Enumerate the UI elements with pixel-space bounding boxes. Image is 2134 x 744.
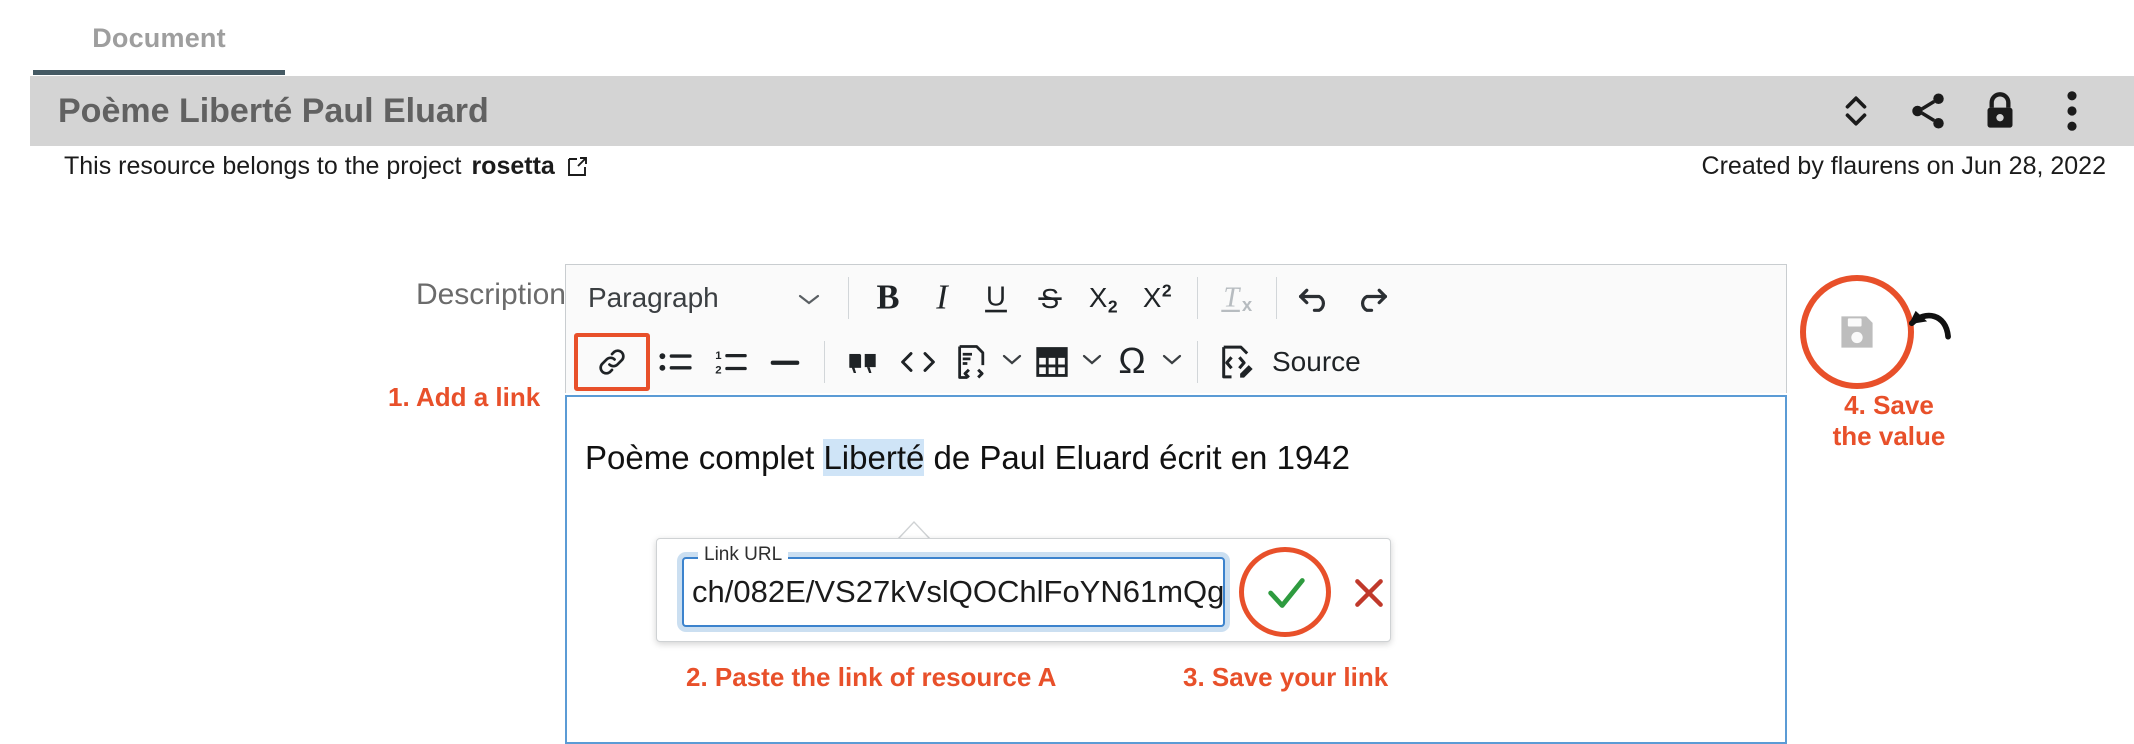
close-x-icon[interactable] [1345, 567, 1393, 619]
toolbar-row-2: 1 2 Ω Source [566, 330, 1786, 393]
svg-text:X: X [1089, 281, 1108, 312]
svg-text:2: 2 [1108, 296, 1118, 315]
save-value-highlight [1800, 275, 1914, 389]
document-body-text: Poème complet Liberté de Paul Eluard écr… [585, 439, 1350, 477]
editor-toolbar: Paragraph B I U S X 2 X 2 T x 1 2 Ω Sour… [565, 264, 1787, 393]
italic-button[interactable]: I [915, 272, 969, 324]
svg-text:U: U [986, 280, 1006, 311]
subscript-button[interactable]: X 2 [1077, 272, 1131, 324]
underline-button[interactable]: U [969, 272, 1023, 324]
annotation-step-2: 2. Paste the link of resource A [686, 662, 1057, 692]
link-button[interactable] [574, 332, 650, 391]
chevron-down-icon [1159, 351, 1185, 372]
bold-button[interactable]: B [861, 272, 915, 324]
toolbar-row-1: Paragraph B I U S X 2 X 2 T x [566, 265, 1786, 330]
insert-table-button[interactable] [1025, 336, 1079, 388]
svg-text:2: 2 [1162, 280, 1172, 300]
chevron-down-icon [796, 282, 822, 314]
project-name[interactable]: rosetta [471, 152, 554, 181]
bulleted-list-button[interactable] [650, 336, 704, 388]
tab-document-label: Document [92, 22, 226, 53]
svg-text:T: T [1223, 282, 1241, 313]
external-link-icon[interactable] [565, 155, 589, 179]
document-header-bar: Poème Liberté Paul Eluard [30, 76, 2134, 146]
created-by-text: Created by flaurens on Jun 28, 2022 [1701, 152, 2106, 180]
code-block-button[interactable] [945, 336, 999, 388]
toolbar-separator [1197, 340, 1198, 383]
tab-document[interactable]: Document [33, 0, 285, 76]
horizontal-rule-button[interactable] [758, 336, 812, 388]
page-root: Document Poème Liberté Paul Eluard This … [0, 0, 2134, 744]
link-url-balloon: Link URL ch/082E/VS27kVslQOChlFoYN61mQg [656, 538, 1391, 642]
svg-text:2: 2 [715, 364, 721, 376]
remove-format-button[interactable]: T x [1210, 272, 1264, 324]
page-title: Poème Liberté Paul Eluard [58, 91, 489, 130]
chevron-down-icon [999, 351, 1025, 372]
annotation-step-1: 1. Add a link [388, 382, 541, 412]
toolbar-separator [824, 340, 825, 383]
svg-text:1: 1 [715, 350, 722, 362]
undo-button[interactable] [1289, 272, 1343, 324]
source-button-label: Source [1272, 345, 1361, 377]
svg-text:B: B [876, 280, 899, 316]
redo-button[interactable] [1343, 272, 1397, 324]
svg-text:x: x [1242, 293, 1253, 314]
tab-active-underline [33, 70, 285, 75]
link-url-input[interactable]: ch/082E/VS27kVslQOChlFoYN61mQg [684, 559, 1223, 625]
annotation-step-3: 3. Save your link [1183, 662, 1389, 692]
special-character-dropdown[interactable]: Ω [1105, 336, 1185, 388]
share-icon[interactable] [1892, 76, 1964, 146]
lock-icon[interactable] [1964, 76, 2036, 146]
tab-strip: Document [0, 0, 2134, 76]
paragraph-style-value: Paragraph [588, 281, 719, 313]
toolbar-separator [848, 276, 849, 319]
source-button[interactable]: Source [1210, 336, 1361, 388]
link-url-field-wrapper[interactable]: Link URL ch/082E/VS27kVslQOChlFoYN61mQg [682, 545, 1225, 627]
document-header-actions [1820, 76, 2108, 146]
description-label: Description [415, 278, 566, 311]
revert-arrow-icon[interactable] [1902, 302, 1956, 356]
breadcrumb: This resource belongs to the project ros… [64, 152, 589, 181]
numbered-list-button[interactable]: 1 2 [704, 336, 758, 388]
special-character-button[interactable]: Ω [1105, 336, 1159, 388]
blockquote-button[interactable] [837, 336, 891, 388]
selected-word: Liberté [823, 439, 925, 476]
resource-subline: This resource belongs to the project ros… [0, 152, 2134, 196]
text-before-selection: Poème complet [585, 439, 824, 476]
toolbar-separator [1276, 276, 1277, 319]
strikethrough-button[interactable]: S [1023, 272, 1077, 324]
paragraph-style-dropdown[interactable]: Paragraph [574, 272, 836, 324]
expand-collapse-icon[interactable] [1820, 76, 1892, 146]
svg-text:I: I [935, 280, 949, 316]
superscript-button[interactable]: X 2 [1131, 272, 1185, 324]
save-floppy-icon[interactable] [1831, 306, 1883, 358]
check-icon[interactable] [1260, 567, 1312, 619]
svg-text:X: X [1143, 281, 1162, 312]
more-options-icon[interactable] [2036, 76, 2108, 146]
text-after-selection: de Paul Eluard écrit en 1942 [924, 439, 1350, 476]
code-block-dropdown[interactable] [945, 336, 1025, 388]
annotation-step-4: 4. Save the value [1832, 390, 1946, 451]
belongs-prefix: This resource belongs to the project [64, 152, 462, 180]
toolbar-separator [1197, 276, 1198, 319]
source-code-icon [1210, 336, 1264, 388]
inline-code-button[interactable] [891, 336, 945, 388]
insert-table-dropdown[interactable] [1025, 336, 1105, 388]
chevron-down-icon [1079, 351, 1105, 372]
svg-text:Ω: Ω [1118, 343, 1145, 381]
